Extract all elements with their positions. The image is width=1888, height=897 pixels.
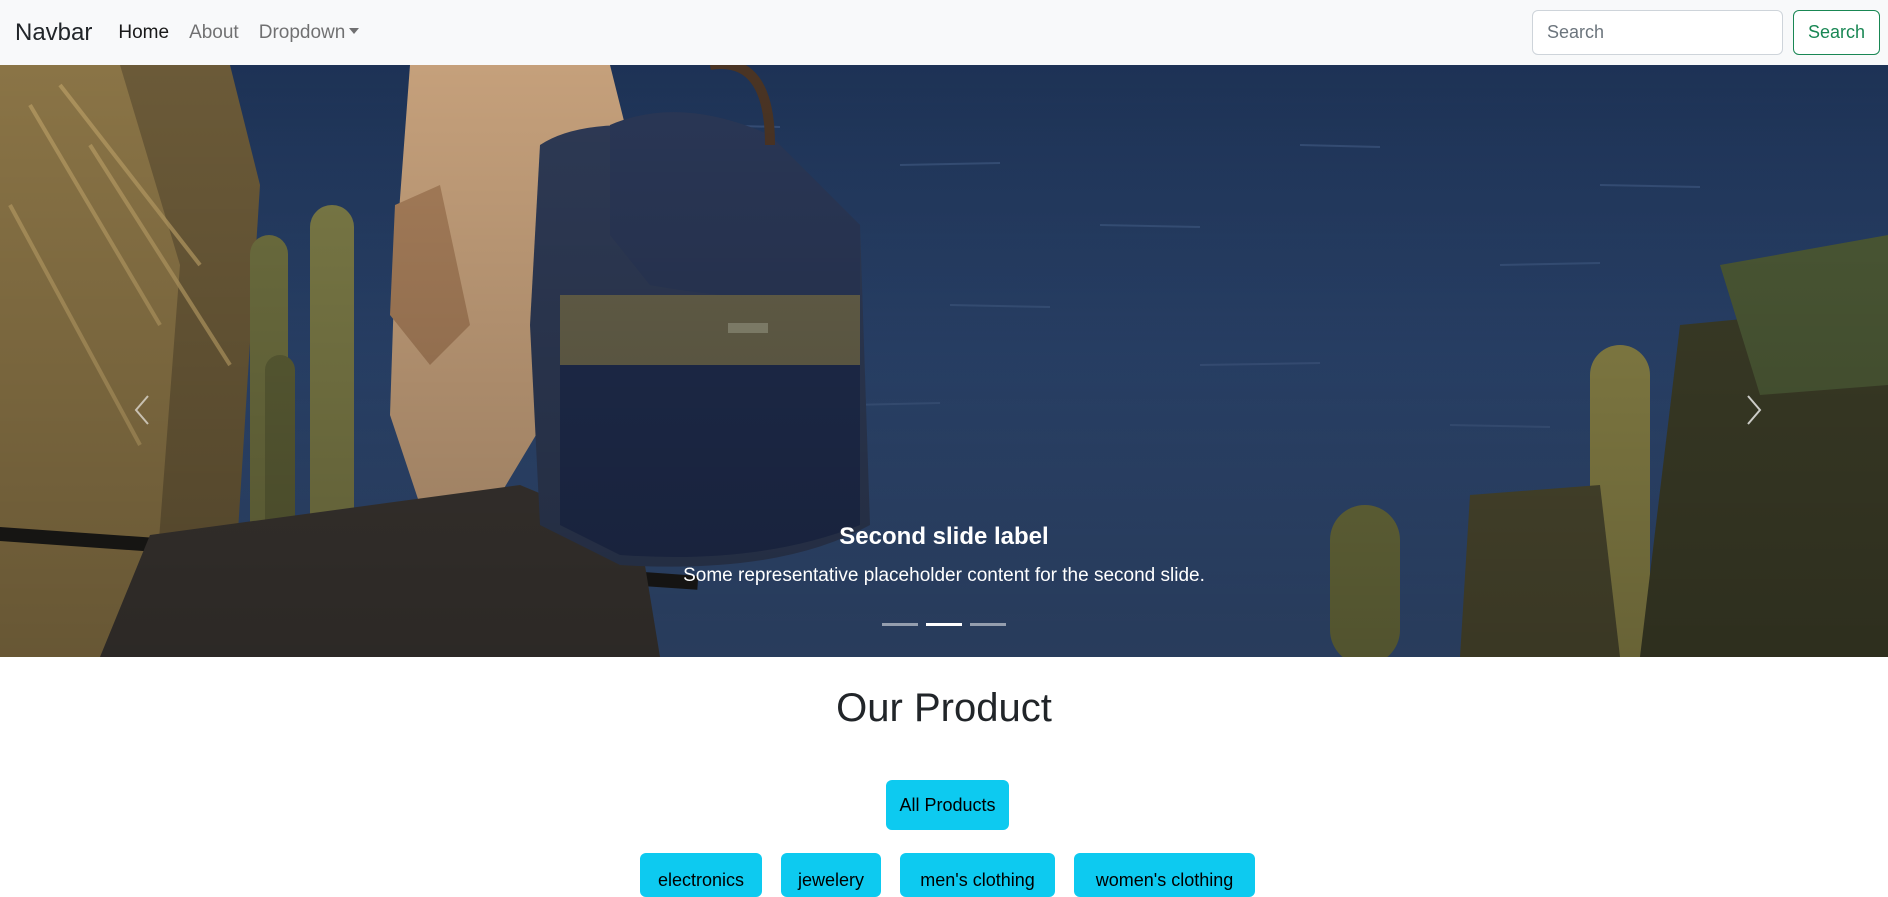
chevron-left-icon — [134, 395, 149, 425]
category-button-womens-clothing[interactable]: women's clothing — [1074, 853, 1255, 897]
carousel-indicator-3[interactable] — [970, 623, 1006, 626]
caption-title: Second slide label — [839, 523, 1049, 550]
caret-down-icon — [349, 27, 360, 34]
carousel-indicator-1[interactable] — [882, 623, 918, 626]
carousel-next-button[interactable] — [1738, 390, 1768, 430]
category-button-electronics[interactable]: electronics — [640, 853, 762, 897]
nav-dropdown-toggle[interactable]: Dropdown — [259, 22, 360, 44]
search-button[interactable]: Search — [1792, 10, 1880, 55]
all-products-button[interactable]: All Products — [886, 780, 1009, 830]
carousel-indicators — [0, 623, 1888, 626]
hero-carousel: Second slide label Some representative p… — [0, 65, 1888, 657]
carousel-indicator-2[interactable] — [926, 623, 962, 626]
nav-link-home[interactable]: Home — [118, 22, 169, 44]
search-form: Search — [1531, 10, 1880, 55]
section-title: Our Product — [836, 686, 1052, 730]
navbar: Navbar Home About Dropdown Search — [0, 0, 1888, 65]
category-button-jewelery[interactable]: jewelery — [781, 853, 881, 897]
caption-text: Some representative placeholder content … — [683, 565, 1205, 586]
category-button-mens-clothing[interactable]: men's clothing — [900, 853, 1055, 897]
navbar-brand[interactable]: Navbar — [15, 19, 92, 47]
carousel-prev-button[interactable] — [128, 390, 158, 430]
search-input[interactable] — [1531, 10, 1783, 55]
nav-link-about[interactable]: About — [189, 22, 239, 44]
chevron-right-icon — [1747, 395, 1762, 425]
nav-dropdown-label: Dropdown — [258, 21, 346, 43]
